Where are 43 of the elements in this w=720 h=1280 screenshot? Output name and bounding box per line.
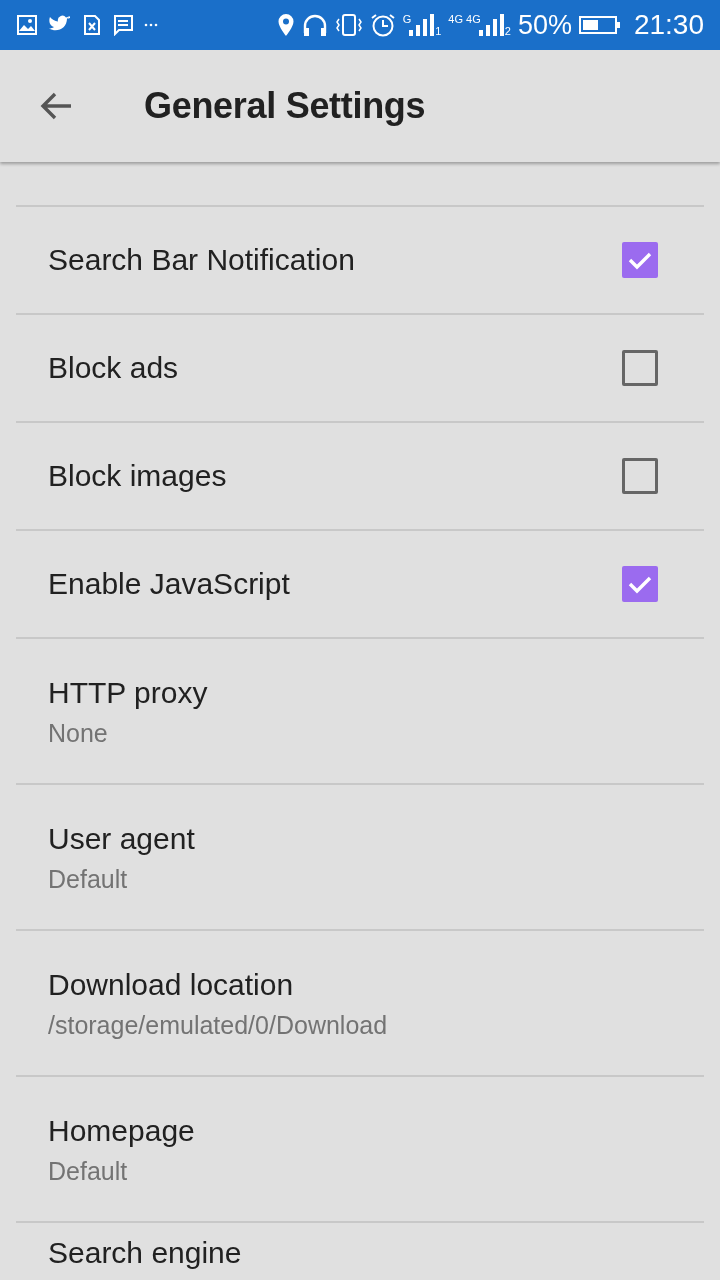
setting-title: Download location <box>48 967 295 1003</box>
clock-time: 21:30 <box>633 9 704 41</box>
sim-slot: 1 <box>435 25 442 37</box>
setting-title: Homepage <box>48 1113 196 1149</box>
checkbox[interactable] <box>622 458 658 494</box>
checkbox[interactable] <box>622 566 658 602</box>
back-arrow-icon <box>39 91 73 121</box>
checkbox[interactable] <box>622 350 658 386</box>
setting-summary: Default <box>48 1156 129 1187</box>
more-icon <box>144 22 158 28</box>
setting-title: User agent <box>48 821 196 857</box>
setting-summary: /storage/emulated/0/Download <box>48 1010 389 1041</box>
setting-row[interactable]: HTTP proxy None <box>16 639 704 785</box>
setting-title: Block ads <box>48 350 179 386</box>
battery-percent: 50% <box>517 9 572 41</box>
setting-row[interactable]: Block images <box>16 423 704 531</box>
setting-row[interactable]: Download location /storage/emulated/0/Download <box>16 931 704 1077</box>
message-icon <box>112 14 134 36</box>
vibrate-icon <box>334 13 363 37</box>
screen-title: General Settings <box>144 85 426 127</box>
image-icon <box>16 14 38 36</box>
setting-title: Enable JavaScript <box>48 566 290 602</box>
headphones-icon <box>301 13 328 37</box>
sim-slot: 2 <box>504 25 511 37</box>
network-type: 4G 4G <box>448 13 481 25</box>
setting-row[interactable]: Enable JavaScript <box>16 531 704 639</box>
setting-title: Search Bar Notification <box>48 242 355 278</box>
setting-title: HTTP proxy <box>48 675 209 711</box>
location-icon <box>276 13 295 37</box>
checkbox[interactable] <box>622 242 658 278</box>
setting-title: Block images <box>48 458 227 494</box>
setting-title: Search engine <box>48 1235 243 1271</box>
battery-icon <box>578 15 621 35</box>
setting-summary: Default <box>48 864 129 895</box>
setting-summary: None <box>48 718 109 749</box>
document-icon <box>82 14 102 36</box>
network-type: G <box>402 13 412 25</box>
setting-row[interactable]: Block ads <box>16 315 704 423</box>
setting-row[interactable]: Search Bar Notification <box>16 207 704 315</box>
setting-row[interactable]: Homepage Default <box>16 1077 704 1223</box>
setting-row[interactable]: Search engine <box>16 1223 704 1278</box>
setting-row[interactable]: User agent Default <box>16 785 704 931</box>
alarm-icon <box>369 13 396 37</box>
